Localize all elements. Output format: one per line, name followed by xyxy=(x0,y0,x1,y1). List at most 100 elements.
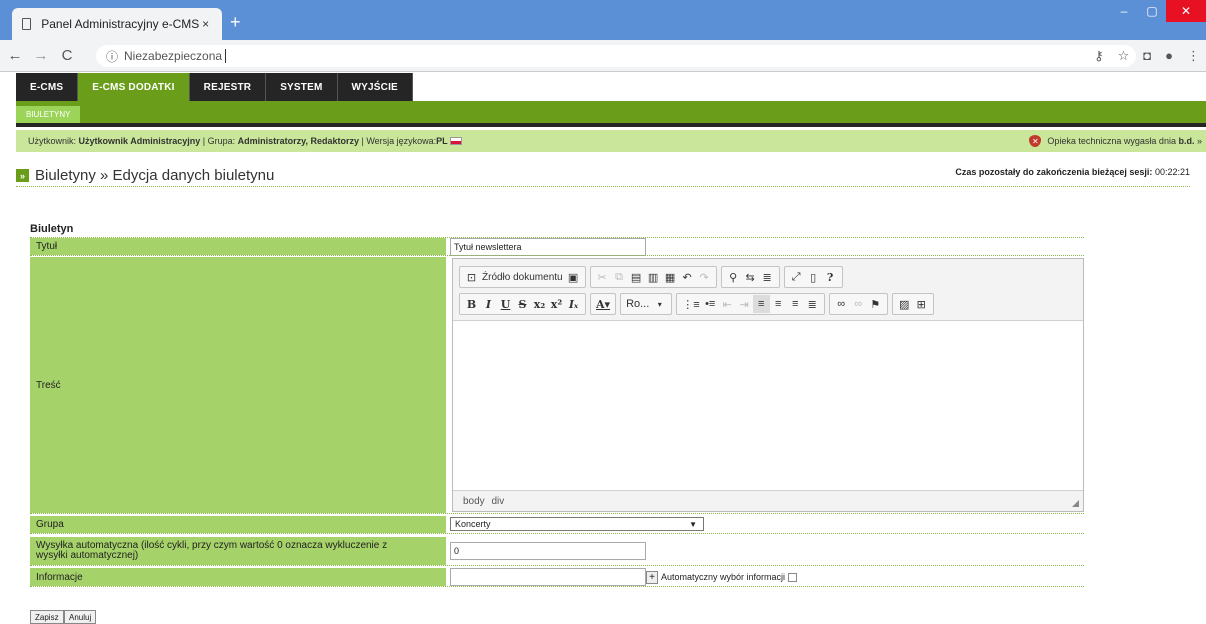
back-icon[interactable]: ← xyxy=(4,47,26,64)
maximize-icon[interactable]: ▢ xyxy=(1138,0,1166,22)
camera-icon[interactable]: ◘ xyxy=(1143,48,1151,64)
indent-icon[interactable]: ⇥ xyxy=(736,295,753,313)
menu-item-ecms[interactable]: E-CMS xyxy=(16,73,79,101)
group-select-value: Koncerty xyxy=(455,519,491,529)
font-combo-value: Ro... xyxy=(626,298,650,310)
toolbar-group-color: A▾ xyxy=(590,293,617,315)
close-window-icon[interactable]: ✕ xyxy=(1166,0,1206,22)
element-path[interactable]: body div xyxy=(463,496,504,507)
tab-close-icon[interactable]: × xyxy=(199,17,212,31)
page-icon xyxy=(22,18,32,30)
anchor-flag-icon[interactable]: ⚑ xyxy=(867,295,884,313)
editor-content-area[interactable] xyxy=(453,320,1083,491)
lang-value: PL xyxy=(436,136,448,146)
browser-toolbar: ← → C ⓘ Niezabezpieczona ⚷ ☆ ◘ ● ⋮ xyxy=(0,40,1206,72)
auto-info-label: Automatyczny wybór informacji xyxy=(661,572,786,582)
align-left-icon[interactable]: ≡ xyxy=(752,295,770,313)
font-combo[interactable]: Ro... ▾ xyxy=(620,293,673,315)
toolbar-group-links: ∞ ∞ ⚑ xyxy=(828,293,888,315)
editor-toolbar-row-1: ⊡ Źródło dokumentu ▣ ✂ ⧉ ▤ ▥ ▦ ↶ ↷ ⚲ ⇆ ≣… xyxy=(459,266,843,288)
row-divider xyxy=(30,513,1084,514)
star-icon[interactable]: ☆ xyxy=(1118,48,1130,64)
link-icon[interactable]: ∞ xyxy=(833,295,850,313)
subscript-icon[interactable]: x₂ xyxy=(531,295,548,313)
info-icon[interactable]: ⓘ xyxy=(106,48,118,65)
bulleted-list-icon[interactable]: •≡ xyxy=(702,295,719,313)
remove-format-icon[interactable]: Iₓ xyxy=(565,295,582,313)
submenu-bar: BIULETYNY xyxy=(16,101,1206,123)
align-right-icon[interactable]: ≡ xyxy=(787,295,804,313)
browser-tab[interactable]: Panel Administracyjny e-CMS × xyxy=(12,8,222,40)
outdent-icon[interactable]: ⇤ xyxy=(719,295,736,313)
chevron-down-icon: ▾ xyxy=(657,299,662,309)
key-icon[interactable]: ⚷ xyxy=(1094,48,1104,64)
shield-icon: ✕ xyxy=(1029,135,1042,147)
auto-send-label: Wysyłka automatyczna (ilość cykli, przy … xyxy=(30,537,446,565)
justify-icon[interactable]: ≣ xyxy=(804,295,821,313)
support-text: Opieka techniczna wygasła dnia xyxy=(1047,136,1176,146)
underline-icon[interactable]: U xyxy=(497,295,514,313)
undo-icon[interactable]: ↶ xyxy=(679,268,696,286)
align-center-icon[interactable]: ≡ xyxy=(770,295,787,313)
auto-info-checkbox[interactable] xyxy=(788,572,798,582)
menu-item-wyjscie[interactable]: WYJŚCIE xyxy=(338,73,413,101)
numbered-list-icon[interactable]: ⋮≡ xyxy=(680,295,701,313)
menu-icon[interactable]: ⋮ xyxy=(1187,48,1200,64)
redo-icon[interactable]: ↷ xyxy=(696,268,713,286)
menu-item-rejestr[interactable]: REJESTR xyxy=(190,73,267,101)
select-all-icon[interactable]: ≣ xyxy=(759,268,776,286)
auto-send-cell: 0 xyxy=(450,542,646,560)
paste-word-icon[interactable]: ▦ xyxy=(662,268,679,286)
window-controls: – ▢ ✕ xyxy=(1110,0,1206,22)
show-blocks-icon[interactable]: ▯ xyxy=(805,268,822,286)
text-color-icon[interactable]: A▾ xyxy=(594,295,612,313)
content-label: Treść xyxy=(30,257,446,513)
superscript-icon[interactable]: x² xyxy=(548,295,565,313)
maximize-editor-icon[interactable]: ⤢ xyxy=(788,268,805,286)
section-title: Biuletyn xyxy=(30,223,1084,238)
submenu-item-biuletyny[interactable]: BIULETYNY xyxy=(16,106,81,123)
auto-send-input[interactable]: 0 xyxy=(450,542,646,560)
replace-icon[interactable]: ⇆ xyxy=(742,268,759,286)
save-icon[interactable]: ▣ xyxy=(565,268,582,286)
resize-grip-icon[interactable] xyxy=(1072,500,1079,507)
cut-icon[interactable]: ✂ xyxy=(594,268,611,286)
paste-text-icon[interactable]: ▥ xyxy=(645,268,662,286)
group-value: Administratorzy, Redaktorzy xyxy=(237,136,359,146)
info-input[interactable] xyxy=(450,568,646,586)
group-select[interactable]: Koncerty ▼ xyxy=(450,517,704,531)
image-icon[interactable]: ▨ xyxy=(896,295,913,313)
support-suffix: » xyxy=(1196,136,1202,146)
text-caret xyxy=(225,49,227,63)
toolbar-group-find: ⚲ ⇆ ≣ xyxy=(720,266,780,288)
italic-icon[interactable]: I xyxy=(480,295,497,313)
rich-text-editor: ⊡ Źródło dokumentu ▣ ✂ ⧉ ▤ ▥ ▦ ↶ ↷ ⚲ ⇆ ≣… xyxy=(452,258,1084,512)
unlink-icon[interactable]: ∞ xyxy=(850,295,867,313)
minimize-icon[interactable]: – xyxy=(1110,0,1138,22)
paste-icon[interactable]: ▤ xyxy=(628,268,645,286)
toolbar-group-insert: ▨ ⊞ xyxy=(891,293,934,315)
menu-item-ecms-dodatki[interactable]: E-CMS DODATKI xyxy=(78,73,190,101)
support-value: b.d. xyxy=(1178,136,1195,146)
profile-icon[interactable]: ● xyxy=(1165,48,1173,64)
polish-flag-icon[interactable] xyxy=(449,137,462,145)
support-notice: ✕ Opieka techniczna wygasła dnia b.d. » xyxy=(1029,135,1202,147)
address-bar[interactable]: ⓘ Niezabezpieczona xyxy=(96,45,1136,67)
menu-item-system[interactable]: SYSTEM xyxy=(266,73,338,101)
toolbar-group-clipboard: ✂ ⧉ ▤ ▥ ▦ ↶ ↷ xyxy=(589,266,717,288)
new-tab-icon[interactable]: + xyxy=(230,13,241,31)
group-label: Grupa: xyxy=(207,136,236,146)
forward-icon[interactable]: → xyxy=(30,47,52,64)
copy-icon[interactable]: ⧉ xyxy=(611,268,628,286)
bold-icon[interactable]: B xyxy=(463,295,480,313)
title-input[interactable]: Tytuł newslettera xyxy=(450,238,646,256)
add-info-button[interactable]: + xyxy=(646,570,658,584)
strike-icon[interactable]: S xyxy=(514,295,531,313)
source-button[interactable]: Źródło dokumentu xyxy=(480,268,565,286)
source-icon[interactable]: ⊡ xyxy=(463,268,480,286)
toolbar-group-basic: B I U S x₂ x² Iₓ xyxy=(459,293,586,315)
table-icon[interactable]: ⊞ xyxy=(913,295,930,313)
reload-icon[interactable]: C xyxy=(56,47,78,64)
find-icon[interactable]: ⚲ xyxy=(725,268,742,286)
help-icon[interactable]: ? xyxy=(822,268,839,286)
